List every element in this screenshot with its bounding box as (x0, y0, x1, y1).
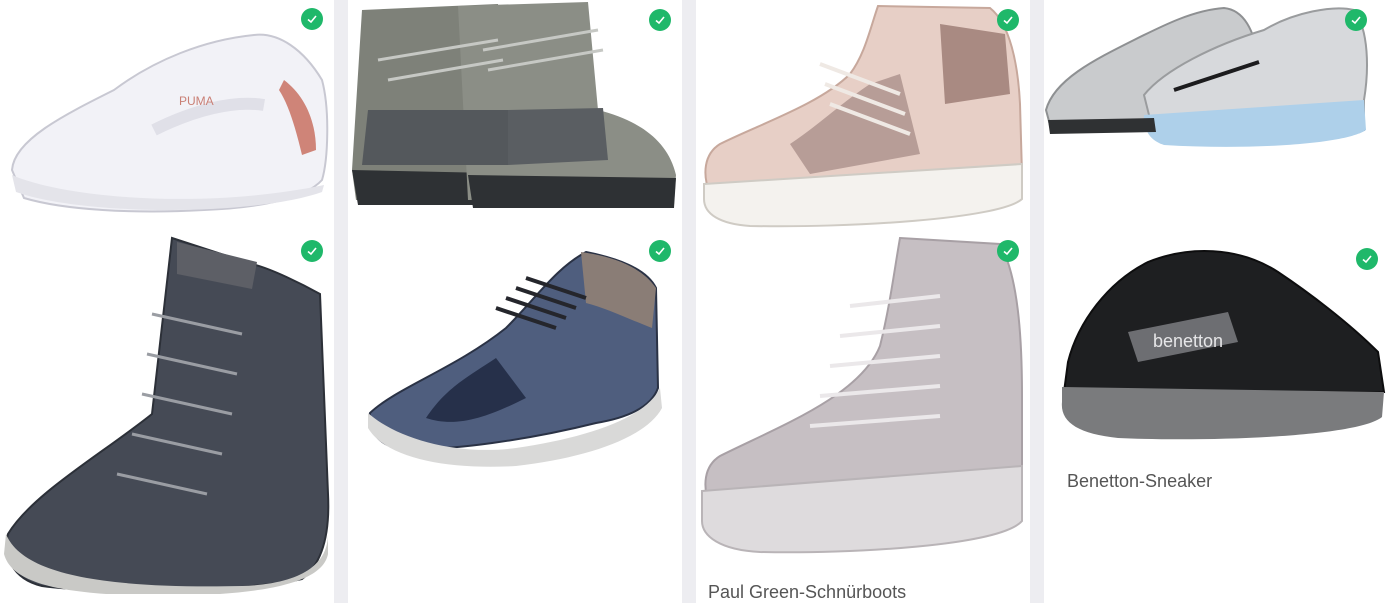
product-card-bugatti[interactable] (696, 0, 1030, 232)
product-image-grey-sorel-snow-boot[interactable] (348, 0, 682, 216)
select-checkmark-2[interactable] (649, 9, 671, 31)
product-title[interactable]: Paul Green-Schnürboots (708, 582, 906, 603)
checkmark-icon (1003, 16, 1013, 25)
select-checkmark-4[interactable] (1345, 9, 1367, 31)
product-card-sorel[interactable] (348, 0, 682, 228)
svg-text:PUMA: PUMA (179, 94, 214, 108)
product-column-1: PUMA (0, 0, 334, 603)
checkmark-icon (655, 247, 665, 256)
product-card-benetton[interactable]: benetton Benetton-Sneaker (1044, 228, 1387, 603)
product-image-grey-nike-sneaker[interactable] (1044, 0, 1374, 160)
product-card-puma[interactable]: PUMA (0, 0, 334, 228)
checkmark-icon (307, 15, 317, 24)
checkmark-icon (1351, 16, 1361, 25)
checkmark-icon (1362, 255, 1372, 264)
product-column-3: Paul Green-Schnürboots (696, 0, 1030, 603)
select-checkmark-7[interactable] (997, 240, 1019, 262)
product-card-rieker[interactable] (348, 228, 682, 603)
checkmark-icon (307, 247, 317, 256)
product-title[interactable]: Benetton-Sneaker (1067, 471, 1212, 492)
product-image-white-puma-sneaker[interactable]: PUMA (4, 20, 334, 220)
product-image-lilac-lace-up-boot[interactable] (700, 236, 1026, 556)
svg-text:benetton: benetton (1153, 331, 1223, 351)
checkmark-icon (655, 16, 665, 25)
select-checkmark-6[interactable] (649, 240, 671, 262)
select-checkmark-8[interactable] (1356, 248, 1378, 270)
select-checkmark-5[interactable] (301, 240, 323, 262)
product-card-nike[interactable] (1044, 0, 1387, 228)
product-image-black-kacper-leather-boot[interactable] (2, 234, 334, 594)
select-checkmark-1[interactable] (301, 8, 323, 30)
checkmark-icon (1003, 247, 1013, 256)
product-card-kacper[interactable] (0, 228, 334, 603)
product-image-black-benetton-sneaker[interactable]: benetton (1058, 242, 1387, 446)
product-image-blue-rieker-ankle-sneaker[interactable] (366, 248, 666, 468)
product-image-pink-bugatti-high-top[interactable] (700, 4, 1026, 228)
product-column-2 (348, 0, 682, 603)
product-card-paul-green[interactable]: Paul Green-Schnürboots (696, 232, 1030, 603)
select-checkmark-3[interactable] (997, 9, 1019, 31)
product-column-4: benetton Benetton-Sneaker (1044, 0, 1387, 603)
